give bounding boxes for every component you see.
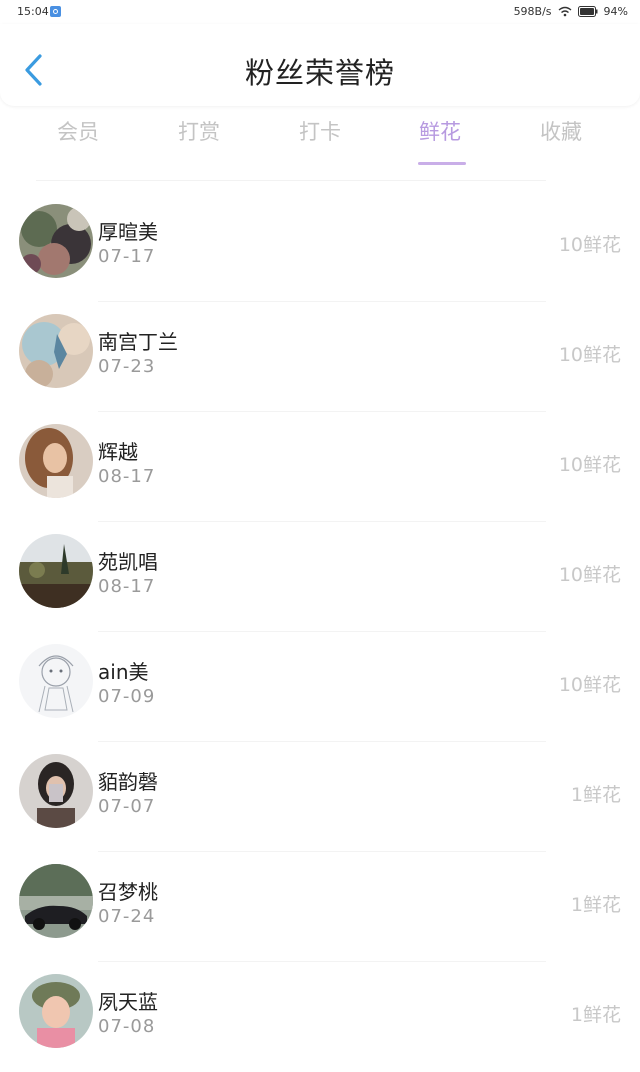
fan-date: 08-17 [98,466,156,487]
fan-date: 07-07 [98,796,156,817]
avatar [19,864,93,938]
avatar [19,644,93,718]
flower-count: 1鲜花 [570,894,621,916]
fan-name: 苑凯唱 [98,550,158,574]
flower-count: 10鲜花 [558,344,621,366]
fan-name: 夙天蓝 [98,990,158,1014]
tab-favorites[interactable]: 收藏 [501,116,621,146]
battery-level: 94% [603,5,628,18]
avatar [19,974,93,1048]
fan-name: 貊韵磬 [98,770,158,794]
list-item[interactable]: 厚暄美 07-17 10鲜花 [0,192,640,302]
avatar [19,754,93,828]
list-item[interactable]: 南宫丁兰 07-23 10鲜花 [0,302,640,412]
tab-bar: 会员 打赏 打卡 鲜花 收藏 [0,110,640,166]
wifi-icon [558,6,572,17]
list-item[interactable]: 召梦桃 07-24 1鲜花 [0,852,640,962]
flower-count: 10鲜花 [558,564,621,586]
avatar [19,314,93,388]
fan-date: 07-24 [98,906,156,927]
status-bar: 15:04 598B/s 94% [0,0,640,24]
fan-name: ain美 [98,660,149,684]
list-item[interactable]: 辉越 08-17 10鲜花 [0,412,640,522]
fan-name: 南宫丁兰 [98,330,178,354]
list-item[interactable]: 貊韵磬 07-07 1鲜花 [0,742,640,852]
network-speed: 598B/s [513,5,552,18]
flower-count: 10鲜花 [558,674,621,696]
avatar [19,534,93,608]
list-item[interactable]: 苑凯唱 08-17 10鲜花 [0,522,640,632]
fan-date: 07-08 [98,1016,156,1037]
fan-date: 08-17 [98,576,156,597]
status-indicators: 598B/s 94% [514,5,628,18]
fan-ranking-list: 厚暄美 07-17 10鲜花 南宫丁兰 07-23 10鲜花 辉越 08-17 … [0,192,640,1072]
battery-icon [577,6,598,17]
tab-membership[interactable]: 会员 [18,116,138,146]
tab-tips[interactable]: 打赏 [139,116,259,146]
fan-name: 辉越 [98,440,138,464]
tab-flowers[interactable]: 鲜花 [380,116,500,165]
tab-checkin[interactable]: 打卡 [260,116,380,146]
flower-count: 10鲜花 [558,234,621,256]
page-title: 粉丝荣誉榜 [244,56,395,90]
fan-name: 厚暄美 [98,220,158,244]
fan-date: 07-23 [98,356,156,377]
status-time: 15:04 [17,5,49,18]
flower-count: 1鲜花 [570,784,621,806]
list-item[interactable]: ain美 07-09 10鲜花 [0,632,640,742]
avatar [19,424,93,498]
notification-app-icon [50,6,61,17]
flower-count: 1鲜花 [570,1004,621,1026]
tab-flowers-label: 鲜花 [419,120,461,144]
header: 粉丝荣誉榜 [0,24,640,106]
active-tab-indicator [418,162,466,165]
list-item[interactable]: 夙天蓝 07-08 1鲜花 [0,962,640,1072]
fan-name: 召梦桃 [98,880,158,904]
avatar [19,204,93,278]
flower-count: 10鲜花 [558,454,621,476]
fan-date: 07-17 [98,246,156,267]
fan-date: 07-09 [98,686,156,707]
divider [36,180,546,181]
